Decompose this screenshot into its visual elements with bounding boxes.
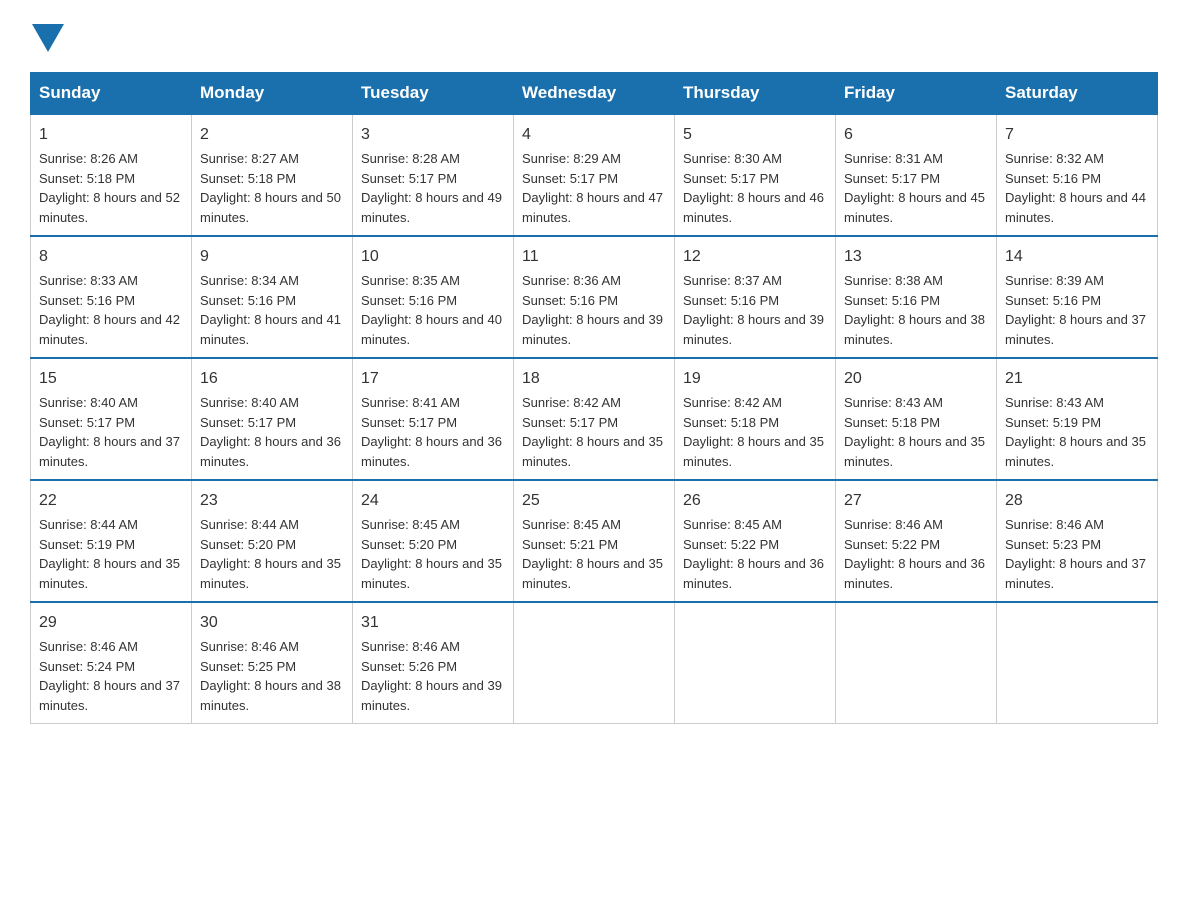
table-row: 13Sunrise: 8:38 AMSunset: 5:16 PMDayligh… xyxy=(836,236,997,358)
day-number: 12 xyxy=(683,245,827,269)
day-number: 11 xyxy=(522,245,666,269)
table-row: 7Sunrise: 8:32 AMSunset: 5:16 PMDaylight… xyxy=(997,114,1158,236)
table-row: 26Sunrise: 8:45 AMSunset: 5:22 PMDayligh… xyxy=(675,480,836,602)
table-row: 22Sunrise: 8:44 AMSunset: 5:19 PMDayligh… xyxy=(31,480,192,602)
page-header xyxy=(30,20,1158,52)
table-row: 17Sunrise: 8:41 AMSunset: 5:17 PMDayligh… xyxy=(353,358,514,480)
calendar-week-row: 15Sunrise: 8:40 AMSunset: 5:17 PMDayligh… xyxy=(31,358,1158,480)
table-row: 11Sunrise: 8:36 AMSunset: 5:16 PMDayligh… xyxy=(514,236,675,358)
day-number: 24 xyxy=(361,489,505,513)
calendar-header-row: Sunday Monday Tuesday Wednesday Thursday… xyxy=(31,73,1158,115)
table-row: 6Sunrise: 8:31 AMSunset: 5:17 PMDaylight… xyxy=(836,114,997,236)
day-number: 29 xyxy=(39,611,183,635)
table-row: 3Sunrise: 8:28 AMSunset: 5:17 PMDaylight… xyxy=(353,114,514,236)
logo-arrow-icon xyxy=(32,24,64,52)
table-row: 23Sunrise: 8:44 AMSunset: 5:20 PMDayligh… xyxy=(192,480,353,602)
table-row: 12Sunrise: 8:37 AMSunset: 5:16 PMDayligh… xyxy=(675,236,836,358)
day-number: 9 xyxy=(200,245,344,269)
table-row xyxy=(997,602,1158,724)
day-number: 26 xyxy=(683,489,827,513)
day-number: 3 xyxy=(361,123,505,147)
table-row: 14Sunrise: 8:39 AMSunset: 5:16 PMDayligh… xyxy=(997,236,1158,358)
day-number: 15 xyxy=(39,367,183,391)
table-row: 5Sunrise: 8:30 AMSunset: 5:17 PMDaylight… xyxy=(675,114,836,236)
day-number: 25 xyxy=(522,489,666,513)
table-row: 24Sunrise: 8:45 AMSunset: 5:20 PMDayligh… xyxy=(353,480,514,602)
day-number: 18 xyxy=(522,367,666,391)
calendar-week-row: 29Sunrise: 8:46 AMSunset: 5:24 PMDayligh… xyxy=(31,602,1158,724)
table-row: 8Sunrise: 8:33 AMSunset: 5:16 PMDaylight… xyxy=(31,236,192,358)
table-row: 9Sunrise: 8:34 AMSunset: 5:16 PMDaylight… xyxy=(192,236,353,358)
table-row: 25Sunrise: 8:45 AMSunset: 5:21 PMDayligh… xyxy=(514,480,675,602)
col-tuesday: Tuesday xyxy=(353,73,514,115)
day-number: 27 xyxy=(844,489,988,513)
table-row: 29Sunrise: 8:46 AMSunset: 5:24 PMDayligh… xyxy=(31,602,192,724)
table-row: 30Sunrise: 8:46 AMSunset: 5:25 PMDayligh… xyxy=(192,602,353,724)
col-wednesday: Wednesday xyxy=(514,73,675,115)
day-number: 14 xyxy=(1005,245,1149,269)
table-row xyxy=(836,602,997,724)
table-row: 16Sunrise: 8:40 AMSunset: 5:17 PMDayligh… xyxy=(192,358,353,480)
day-number: 4 xyxy=(522,123,666,147)
day-number: 6 xyxy=(844,123,988,147)
day-number: 16 xyxy=(200,367,344,391)
table-row xyxy=(675,602,836,724)
calendar-table: Sunday Monday Tuesday Wednesday Thursday… xyxy=(30,72,1158,724)
day-number: 7 xyxy=(1005,123,1149,147)
table-row: 2Sunrise: 8:27 AMSunset: 5:18 PMDaylight… xyxy=(192,114,353,236)
col-saturday: Saturday xyxy=(997,73,1158,115)
day-number: 31 xyxy=(361,611,505,635)
table-row: 28Sunrise: 8:46 AMSunset: 5:23 PMDayligh… xyxy=(997,480,1158,602)
table-row: 21Sunrise: 8:43 AMSunset: 5:19 PMDayligh… xyxy=(997,358,1158,480)
day-number: 21 xyxy=(1005,367,1149,391)
day-number: 28 xyxy=(1005,489,1149,513)
day-number: 10 xyxy=(361,245,505,269)
col-monday: Monday xyxy=(192,73,353,115)
table-row: 1Sunrise: 8:26 AMSunset: 5:18 PMDaylight… xyxy=(31,114,192,236)
day-number: 1 xyxy=(39,123,183,147)
table-row: 10Sunrise: 8:35 AMSunset: 5:16 PMDayligh… xyxy=(353,236,514,358)
logo xyxy=(30,20,64,52)
table-row: 19Sunrise: 8:42 AMSunset: 5:18 PMDayligh… xyxy=(675,358,836,480)
table-row: 15Sunrise: 8:40 AMSunset: 5:17 PMDayligh… xyxy=(31,358,192,480)
table-row xyxy=(514,602,675,724)
day-number: 23 xyxy=(200,489,344,513)
calendar-week-row: 22Sunrise: 8:44 AMSunset: 5:19 PMDayligh… xyxy=(31,480,1158,602)
table-row: 20Sunrise: 8:43 AMSunset: 5:18 PMDayligh… xyxy=(836,358,997,480)
day-number: 19 xyxy=(683,367,827,391)
calendar-week-row: 1Sunrise: 8:26 AMSunset: 5:18 PMDaylight… xyxy=(31,114,1158,236)
col-friday: Friday xyxy=(836,73,997,115)
day-number: 8 xyxy=(39,245,183,269)
col-sunday: Sunday xyxy=(31,73,192,115)
table-row: 27Sunrise: 8:46 AMSunset: 5:22 PMDayligh… xyxy=(836,480,997,602)
day-number: 5 xyxy=(683,123,827,147)
day-number: 20 xyxy=(844,367,988,391)
calendar-week-row: 8Sunrise: 8:33 AMSunset: 5:16 PMDaylight… xyxy=(31,236,1158,358)
day-number: 30 xyxy=(200,611,344,635)
day-number: 17 xyxy=(361,367,505,391)
day-number: 22 xyxy=(39,489,183,513)
day-number: 13 xyxy=(844,245,988,269)
table-row: 18Sunrise: 8:42 AMSunset: 5:17 PMDayligh… xyxy=(514,358,675,480)
day-number: 2 xyxy=(200,123,344,147)
table-row: 31Sunrise: 8:46 AMSunset: 5:26 PMDayligh… xyxy=(353,602,514,724)
col-thursday: Thursday xyxy=(675,73,836,115)
table-row: 4Sunrise: 8:29 AMSunset: 5:17 PMDaylight… xyxy=(514,114,675,236)
